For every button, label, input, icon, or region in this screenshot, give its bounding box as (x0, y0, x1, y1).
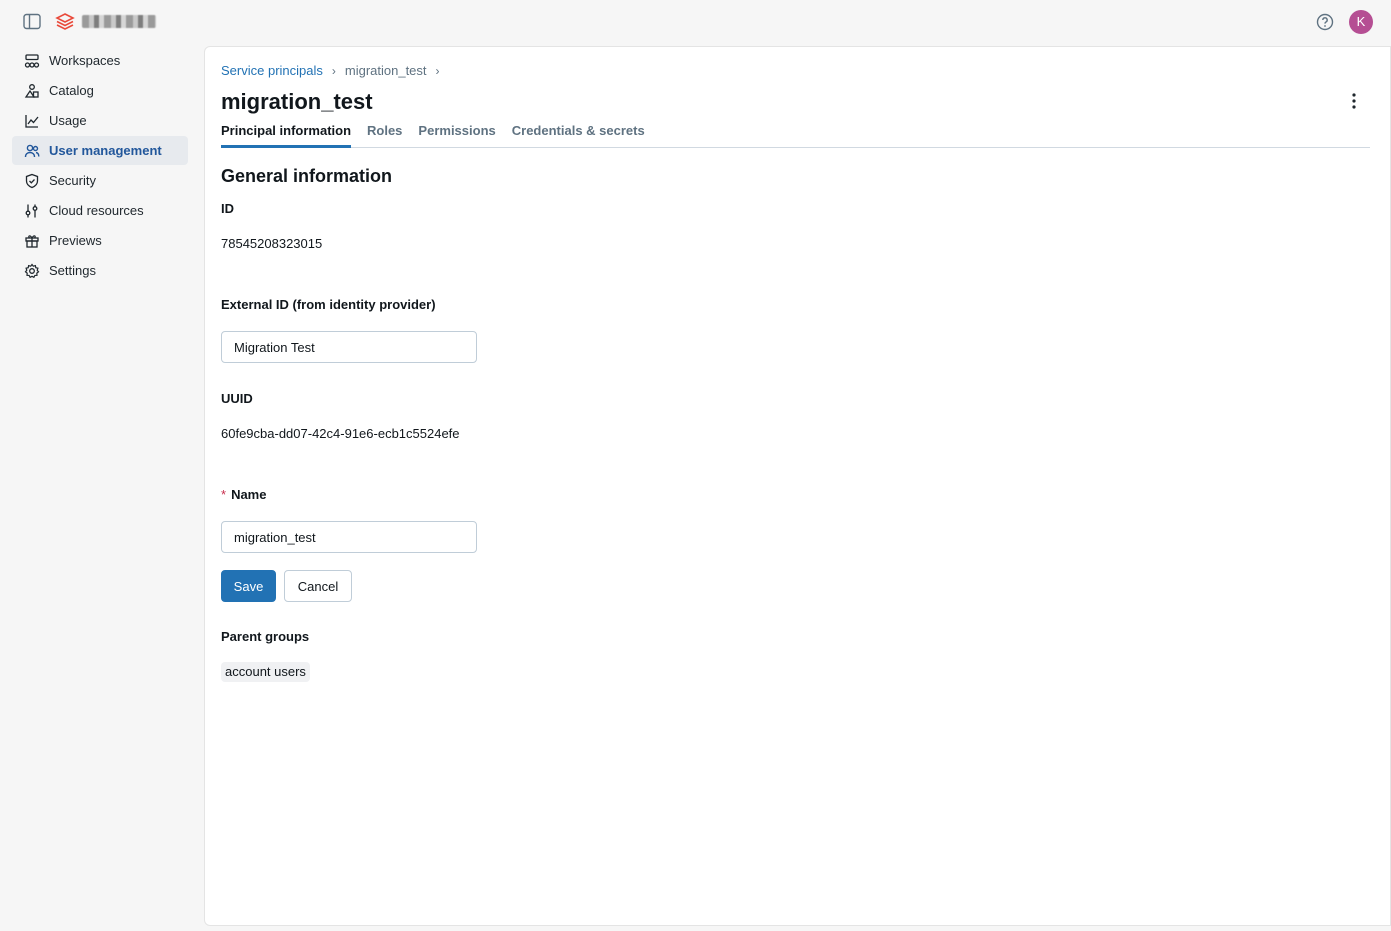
uuid-label: UUID (221, 391, 253, 406)
sidebar-nav: Workspaces Catalog Usage User management… (12, 46, 188, 286)
breadcrumb-separator: › (435, 63, 440, 78)
sidebar-item-workspaces[interactable]: Workspaces (12, 46, 188, 75)
sidebar-item-previews[interactable]: Previews (12, 226, 188, 255)
cloud-resources-icon (23, 202, 41, 220)
tab-permissions[interactable]: Permissions (418, 121, 495, 148)
sidebar-item-settings[interactable]: Settings (12, 256, 188, 285)
sidebar-item-label: Catalog (49, 83, 94, 98)
breadcrumb: Service principals › migration_test › (221, 63, 449, 78)
tab-principal-information[interactable]: Principal information (221, 121, 352, 148)
sidebar-item-label: Usage (49, 113, 87, 128)
parent-group-tag: account users (221, 662, 310, 682)
sidebar-item-usage[interactable]: Usage (12, 106, 188, 135)
sidebar-item-cloud-resources[interactable]: Cloud resources (12, 196, 188, 225)
id-label: ID (221, 201, 234, 216)
gear-icon (23, 262, 41, 280)
sidebar-item-user-management[interactable]: User management (12, 136, 188, 165)
external-id-label: External ID (from identity provider) (221, 297, 436, 312)
main-panel: Service principals › migration_test › mi… (204, 46, 1391, 926)
page-title: migration_test (221, 89, 373, 114)
sidebar-item-security[interactable]: Security (12, 166, 188, 195)
workspaces-icon (23, 52, 41, 70)
breadcrumb-service-principals[interactable]: Service principals (221, 63, 323, 78)
sidebar-item-label: Cloud resources (49, 203, 144, 218)
user-avatar[interactable]: K (1349, 10, 1373, 34)
section-title: General information (221, 166, 393, 186)
databricks-logo-icon[interactable] (55, 12, 75, 32)
external-id-field[interactable] (221, 331, 477, 363)
sidebar-item-label: Settings (49, 263, 96, 278)
sidebar-item-label: Previews (49, 233, 102, 248)
users-icon (23, 142, 41, 160)
name-field[interactable] (221, 521, 477, 553)
tab-credentials-secrets[interactable]: Credentials & secrets (512, 121, 645, 148)
sidebar-toggle-icon[interactable] (23, 13, 41, 30)
gift-icon (23, 232, 41, 250)
required-marker: * (221, 487, 227, 502)
uuid-value: 60fe9cba-dd07-42c4-91e6-ecb1c5524efe (221, 426, 460, 441)
usage-chart-icon (23, 112, 41, 130)
sidebar-item-catalog[interactable]: Catalog (12, 76, 188, 105)
sidebar-item-label: User management (49, 143, 162, 158)
breadcrumb-separator: › (331, 63, 336, 78)
shield-icon (23, 172, 41, 190)
tab-bar: Principal information Roles Permissions … (221, 121, 1370, 148)
sidebar-item-label: Security (49, 173, 96, 188)
sidebar-item-label: Workspaces (49, 53, 121, 68)
top-bar: workspace K (0, 0, 1391, 44)
catalog-icon (23, 82, 41, 100)
name-label-row: * Name (221, 487, 266, 502)
parent-groups-label: Parent groups (221, 629, 310, 644)
account-name[interactable]: workspace (82, 15, 156, 28)
tab-roles[interactable]: Roles (367, 121, 402, 148)
more-options-icon[interactable] (1345, 91, 1363, 111)
breadcrumb-current: migration_test (344, 63, 427, 78)
save-button[interactable]: Save (221, 570, 276, 602)
name-label: Name (231, 487, 267, 502)
help-icon[interactable] (1315, 12, 1335, 32)
cancel-button[interactable]: Cancel (284, 570, 352, 602)
id-value: 78545208323015 (221, 236, 323, 251)
